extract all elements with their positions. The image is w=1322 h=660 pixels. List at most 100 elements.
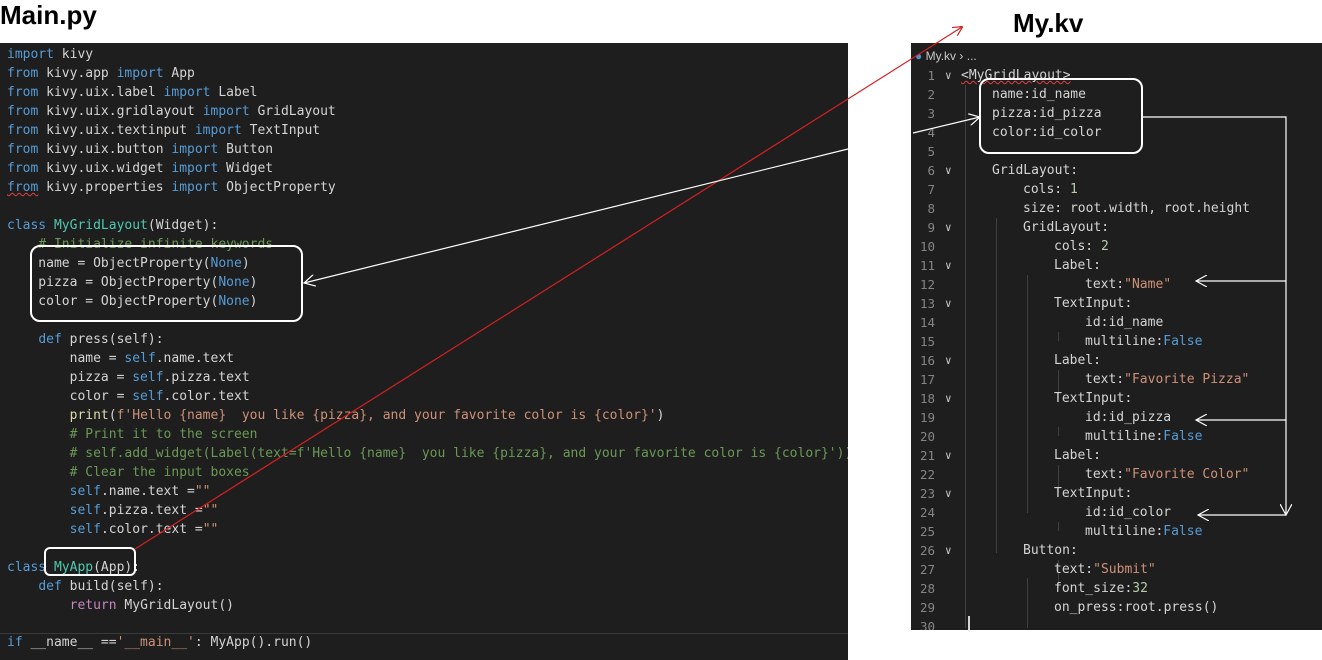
fold-chevron-icon[interactable]: ∨ bbox=[945, 389, 952, 408]
code-token: from bbox=[7, 123, 39, 138]
code-token: ( bbox=[108, 408, 117, 423]
code-token: from bbox=[7, 104, 39, 119]
code-token: None bbox=[218, 294, 250, 309]
code-line: class MyApp(App): bbox=[7, 558, 140, 577]
code-line: from kivy.uix.label import Label bbox=[7, 83, 257, 102]
code-token: Label: bbox=[1054, 448, 1101, 463]
code-token: 2 bbox=[1100, 239, 1109, 254]
breadcrumb-rest[interactable]: ... bbox=[967, 49, 977, 63]
code-line: multiline:False bbox=[1085, 522, 1202, 541]
code-line: from kivy.uix.textinput import TextInput bbox=[7, 121, 320, 140]
code-line: def build(self): bbox=[7, 577, 164, 596]
breadcrumb-file[interactable]: My.kv bbox=[926, 49, 956, 63]
code-token: "Favorite Pizza" bbox=[1124, 372, 1250, 387]
code-token: multiline: bbox=[1085, 429, 1164, 444]
code-line: Label: bbox=[1054, 256, 1101, 275]
code-token: App bbox=[163, 66, 195, 81]
line-number: 2 bbox=[927, 87, 935, 102]
code-token: self bbox=[69, 522, 101, 537]
code-token: MyGridLayout bbox=[53, 218, 148, 233]
code-token: .name.text = bbox=[100, 484, 195, 499]
indent-guide bbox=[965, 85, 966, 628]
code-line: from kivy.properties import ObjectProper… bbox=[7, 178, 336, 197]
code-token: color = ObjectProperty( bbox=[7, 294, 219, 309]
code-token: size: root.width, root.height bbox=[1023, 201, 1250, 216]
code-token: .color.text bbox=[163, 389, 250, 404]
fold-chevron-icon[interactable]: ∨ bbox=[945, 294, 952, 313]
code-token: "" bbox=[202, 522, 219, 537]
code-token: build(self): bbox=[61, 579, 164, 594]
code-token: color = bbox=[7, 389, 133, 404]
code-token: GridLayout: bbox=[992, 163, 1079, 178]
code-line: text:"Name" bbox=[1085, 275, 1171, 294]
code-token: # self.add_widget(Label(text=f'Hello {na… bbox=[69, 446, 848, 461]
code-token: None bbox=[210, 256, 242, 271]
code-token: text: bbox=[1085, 277, 1125, 292]
code-token: # Initialize infinite keywords bbox=[38, 237, 274, 252]
line-number: 11 bbox=[919, 258, 935, 273]
main-py-editor[interactable]: import kivy from kivy.app import App from … bbox=[0, 43, 848, 660]
fold-chevron-icon[interactable]: ∨ bbox=[945, 256, 952, 275]
code-token: .color.text = bbox=[100, 522, 203, 537]
python-file-icon: ● bbox=[915, 49, 923, 63]
code-line: multiline:False bbox=[1085, 332, 1202, 351]
code-token: cols: bbox=[1023, 182, 1070, 197]
code-token: font_size: bbox=[1054, 581, 1133, 596]
code-line: color = ObjectProperty(None) bbox=[7, 292, 257, 311]
line-number: 18 bbox=[919, 391, 935, 406]
fold-chevron-icon[interactable]: ∨ bbox=[945, 161, 952, 180]
code-line: <MyGridLayout> bbox=[961, 66, 1071, 85]
code-token: return bbox=[69, 598, 117, 613]
code-token: Button: bbox=[1023, 543, 1078, 558]
code-token: : MyApp().run() bbox=[194, 635, 313, 650]
code-token: Widget bbox=[218, 161, 274, 176]
fold-chevron-icon[interactable]: ∨ bbox=[945, 351, 952, 370]
line-number: 8 bbox=[927, 201, 935, 216]
line-number: 10 bbox=[919, 239, 935, 254]
code-token: MyGridLayout() bbox=[116, 598, 234, 613]
code-token: "Name" bbox=[1124, 277, 1172, 292]
code-token: kivy.app bbox=[38, 66, 117, 81]
code-token: self bbox=[132, 389, 164, 404]
my-kv-editor[interactable]: ● My.kv › ... 1 ∨ <MyGridLayout> 2 name:id_n… bbox=[911, 43, 1322, 630]
fold-chevron-icon[interactable]: ∨ bbox=[945, 66, 952, 85]
code-line: # self.add_widget(Label(text=f'Hello {na… bbox=[7, 444, 848, 463]
code-token: id:id_color bbox=[1085, 505, 1172, 520]
code-token: kivy.properties bbox=[38, 180, 172, 195]
code-line: pizza:id_pizza bbox=[992, 104, 1102, 123]
code-token: print bbox=[69, 408, 109, 423]
code-token: (App): bbox=[93, 560, 141, 575]
indent-guide bbox=[1058, 522, 1059, 531]
code-line: multiline:False bbox=[1085, 427, 1202, 446]
code-token: MyApp bbox=[53, 560, 94, 575]
code-line: return MyGridLayout() bbox=[7, 596, 234, 615]
fold-chevron-icon[interactable]: ∨ bbox=[945, 541, 952, 560]
code-line: pizza = self.pizza.text bbox=[7, 368, 250, 387]
code-line: def press(self): bbox=[7, 330, 163, 349]
fold-chevron-icon[interactable]: ∨ bbox=[945, 446, 952, 465]
fold-chevron-icon[interactable]: ∨ bbox=[945, 484, 952, 503]
code-token: TextInput: bbox=[1054, 486, 1133, 501]
line-number: 29 bbox=[919, 600, 935, 615]
kv-breadcrumb[interactable]: ● My.kv › ... bbox=[915, 47, 977, 65]
code-token: text: bbox=[1085, 467, 1125, 482]
code-token: "Submit" bbox=[1093, 562, 1156, 577]
code-line: text:"Favorite Color" bbox=[1085, 465, 1249, 484]
code-token: pizza:id_pizza bbox=[992, 106, 1102, 121]
code-line: cols: 1 bbox=[1023, 180, 1078, 199]
code-token: Button bbox=[218, 142, 274, 157]
code-line: cols: 2 bbox=[1054, 237, 1109, 256]
code-token: import bbox=[171, 142, 219, 157]
code-token: TextInput: bbox=[1054, 296, 1133, 311]
code-token: from bbox=[7, 66, 39, 81]
code-token: from bbox=[7, 161, 39, 176]
code-line: font_size:32 bbox=[1054, 579, 1148, 598]
code-line: text:"Favorite Pizza" bbox=[1085, 370, 1249, 389]
code-token: self bbox=[132, 370, 164, 385]
fold-chevron-icon[interactable]: ∨ bbox=[945, 218, 952, 237]
code-token: .pizza.text bbox=[163, 370, 250, 385]
